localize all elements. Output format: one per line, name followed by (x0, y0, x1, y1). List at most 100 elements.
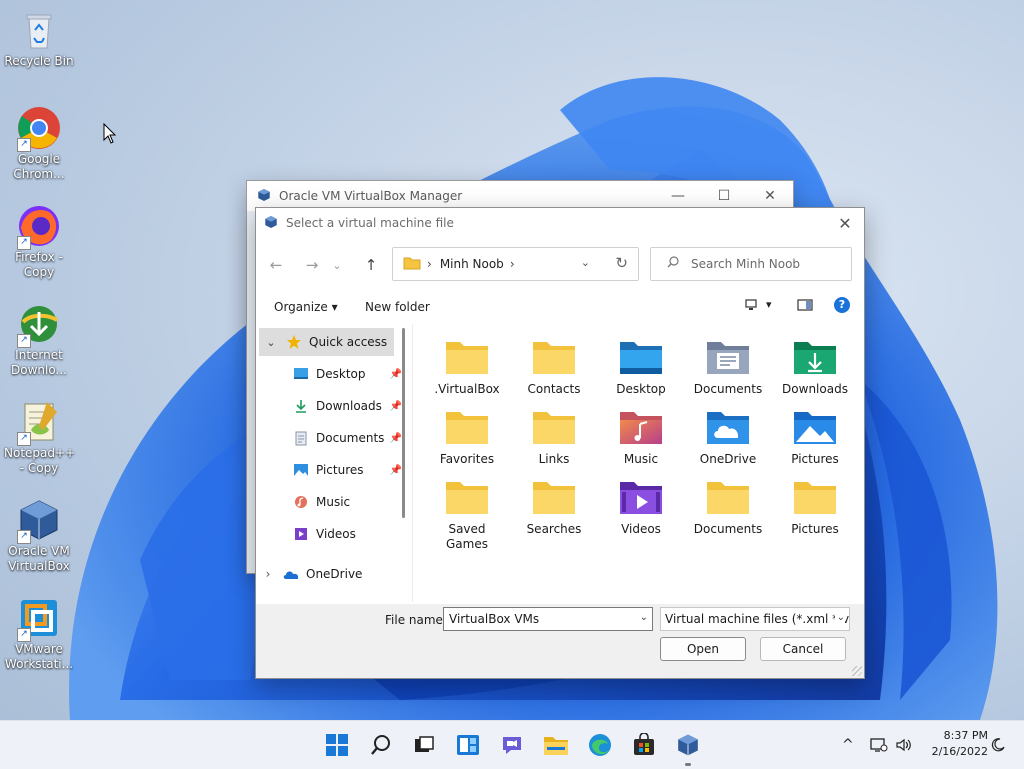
pin-icon: 📌 (389, 464, 402, 476)
file-list: .VirtualBox Contacts Desktop Documents D… (416, 324, 860, 602)
desktop-icon-vmware[interactable]: ↗ VMware Workstati... (4, 596, 74, 672)
shortcut-arrow-icon: ↗ (17, 236, 31, 250)
navigation-pane: ⌄ Quick access Desktop 📌 Downloads 📌 Doc… (256, 324, 410, 604)
chevron-down-icon[interactable]: ⌄ (640, 612, 648, 623)
nav-item-label: Videos (316, 527, 356, 541)
shortcut-arrow-icon: ↗ (17, 334, 31, 348)
nav-item-downloads[interactable]: Downloads 📌 (256, 392, 404, 420)
start-icon[interactable] (323, 731, 351, 759)
dialog-titlebar[interactable]: Select a virtual machine file ✕ (256, 208, 864, 238)
list-item[interactable]: Saved Games (424, 478, 510, 552)
list-item[interactable]: Pictures (772, 408, 858, 467)
list-item[interactable]: .VirtualBox (424, 338, 510, 397)
forward-button[interactable]: → (300, 255, 324, 275)
nav-item-documents[interactable]: Documents 📌 (256, 424, 404, 452)
shortcut-arrow-icon: ↗ (17, 530, 31, 544)
system-clock[interactable]: 8:37 PM 2/16/2022 (924, 728, 988, 760)
preview-pane-button[interactable] (797, 298, 813, 315)
item-label: Searches (526, 522, 582, 536)
cancel-button[interactable]: Cancel (760, 637, 846, 661)
navigation-pane-scrollbar[interactable] (402, 328, 405, 518)
virtualbox-icon[interactable] (674, 731, 702, 766)
help-icon: ? (834, 297, 850, 313)
file-name-label: File name: (385, 613, 447, 627)
list-item[interactable]: Contacts (511, 338, 597, 397)
list-item[interactable]: Desktop (598, 338, 684, 397)
list-item[interactable]: Music (598, 408, 684, 467)
desktop-icon-recycle-bin[interactable]: Recycle Bin (4, 8, 74, 69)
nav-item-onedrive[interactable]: › OneDrive (256, 560, 404, 588)
chevron-down-icon[interactable]: ⌄ (834, 612, 845, 623)
file-name-field[interactable]: VirtualBox VMs ⌄ (443, 607, 653, 631)
select-file-dialog[interactable]: Select a virtual machine file ✕ ← → ⌄ ↑ … (255, 207, 865, 679)
file-explorer-icon[interactable] (542, 731, 570, 759)
pane-divider[interactable] (412, 324, 413, 602)
chrome-icon: ↗ (17, 106, 61, 152)
nav-item-desktop[interactable]: Desktop 📌 (256, 360, 404, 388)
desktop-icon-notepadpp[interactable]: ↗ Notepad++ - Copy (4, 400, 76, 476)
recent-locations-button[interactable]: ⌄ (330, 255, 344, 275)
resize-grip[interactable] (852, 666, 862, 676)
store-icon[interactable] (630, 731, 658, 759)
search-input[interactable]: Search Minh Noob (650, 247, 852, 281)
list-item[interactable]: OneDrive (685, 408, 771, 467)
chevron-down-icon[interactable]: ⌄ (581, 256, 590, 269)
list-item[interactable]: Documents (685, 478, 771, 537)
file-name-value: VirtualBox VMs (449, 612, 540, 626)
desktop-icon-chrome[interactable]: ↗ Google Chrom... (4, 106, 74, 182)
window-title: Oracle VM VirtualBox Manager (279, 189, 463, 203)
refresh-icon[interactable]: ↻ (615, 254, 628, 272)
view-options-arrow[interactable]: ▾ (766, 298, 772, 311)
close-button[interactable]: ✕ (830, 208, 860, 238)
address-bar[interactable]: › Minh Noob › ⌄ ↻ (392, 247, 639, 281)
file-type-select[interactable]: Virtual machine files (*.xml *.vb ⌄ (660, 607, 850, 631)
breadcrumb-item[interactable]: Minh Noob (440, 257, 504, 271)
nav-item-label: OneDrive (306, 567, 363, 581)
desktop-icon-internet-download-manager[interactable]: ↗ Internet Downlo... (4, 302, 74, 378)
virtualbox-icon (257, 188, 271, 205)
desktop-folder-icon (292, 366, 310, 382)
nav-item-videos[interactable]: Videos (256, 520, 404, 548)
desktop-icon-label: VMware Workstati... (4, 642, 74, 671)
chat-icon[interactable] (498, 731, 526, 759)
list-item[interactable]: Pictures (772, 478, 858, 537)
chevron-down-icon[interactable]: ⌄ (263, 336, 279, 349)
nav-item-label: Downloads (316, 399, 382, 413)
desktop-icon-virtualbox[interactable]: ↗ Oracle VM VirtualBox (4, 498, 74, 574)
search-icon[interactable] (367, 731, 395, 759)
nav-item-quick-access[interactable]: ⌄ Quick access (259, 328, 394, 356)
back-button[interactable]: ← (264, 255, 288, 275)
list-item[interactable]: Favorites (424, 408, 510, 467)
volume-icon[interactable] (895, 721, 913, 769)
list-item[interactable]: Searches (511, 478, 597, 537)
documents-icon (292, 430, 310, 446)
folder-icon (705, 478, 751, 516)
taskbar: ^ 8:37 PM 2/16/2022 (0, 720, 1024, 769)
list-item[interactable]: Documents (685, 338, 771, 397)
new-folder-button[interactable]: New folder (365, 300, 430, 314)
desktop-icon-label: Notepad++ - Copy (4, 446, 76, 475)
list-item[interactable]: Videos (598, 478, 684, 537)
network-icon[interactable] (870, 721, 888, 769)
breadcrumb-separator[interactable]: › (510, 257, 515, 271)
desktop-icon-firefox[interactable]: ↗ Firefox - Copy (4, 204, 74, 280)
open-button[interactable]: Open (660, 637, 746, 661)
folder-icon (444, 408, 490, 446)
change-view-button[interactable] (744, 298, 758, 315)
organize-button[interactable]: Organize ▾ (274, 300, 338, 314)
task-view-icon[interactable] (410, 731, 438, 759)
up-button[interactable]: ↑ (359, 255, 383, 275)
notification-icon[interactable] (990, 721, 1006, 769)
help-button[interactable]: ? (834, 297, 850, 313)
show-hidden-icons-button[interactable]: ^ (842, 721, 854, 769)
list-item[interactable]: Links (511, 408, 597, 467)
file-type-value: Virtual machine files (*.xml *.vb (665, 612, 850, 626)
pictures-folder-icon (792, 408, 838, 446)
nav-item-music[interactable]: Music (256, 488, 404, 516)
nav-item-pictures[interactable]: Pictures 📌 (256, 456, 404, 484)
edge-icon[interactable] (586, 731, 614, 759)
list-item[interactable]: Downloads (772, 338, 858, 397)
chevron-right-icon[interactable]: › (260, 567, 276, 581)
folder-icon (792, 478, 838, 516)
widgets-icon[interactable] (454, 731, 482, 759)
